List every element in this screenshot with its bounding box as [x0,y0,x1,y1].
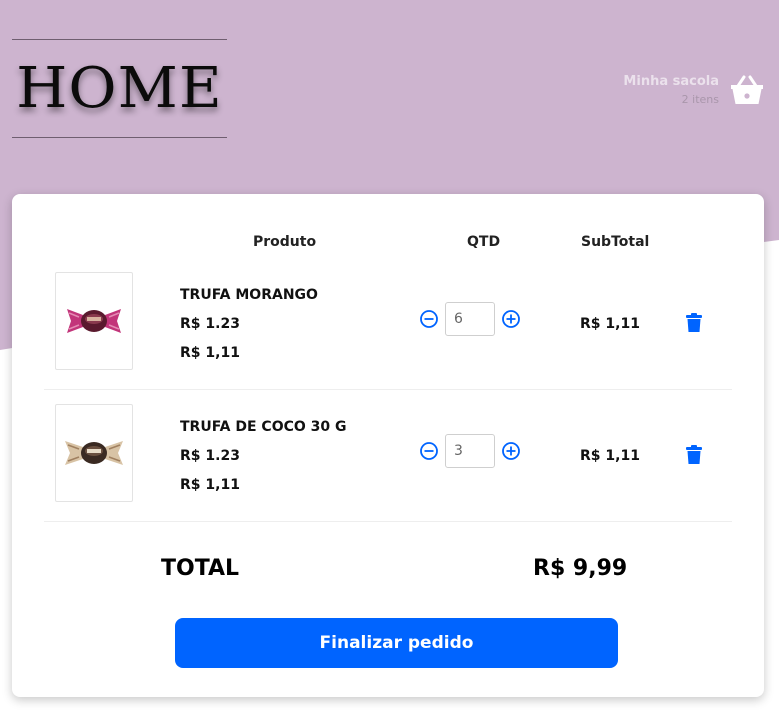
product-image-truffle-coconut [55,404,133,502]
table-row: TRUFA DE COCO 30 G R$ 1.23 R$ 1,11 R$ 1,… [44,390,732,522]
cart-count: 2 itens [681,93,719,106]
quantity-input[interactable] [445,434,495,468]
minus-circle-icon[interactable] [419,309,439,329]
product-price: R$ 1.23 [180,316,240,332]
quantity-stepper [419,434,521,468]
plus-circle-icon[interactable] [501,441,521,461]
finalize-order-button[interactable]: Finalizar pedido [175,618,618,668]
product-name: TRUFA DE COCO 30 G [180,419,347,435]
header-qty: QTD [467,234,501,250]
product-price-secondary: R$ 1,11 [180,345,240,361]
item-subtotal: R$ 1,11 [580,448,640,464]
trash-icon[interactable] [685,445,703,465]
product-name: TRUFA MORANGO [180,287,318,303]
brand-logo[interactable]: HOME [12,39,227,138]
plus-circle-icon[interactable] [501,309,521,329]
basket-icon[interactable] [729,72,765,108]
quantity-input[interactable] [445,302,495,336]
minus-circle-icon[interactable] [419,441,439,461]
product-price-secondary: R$ 1,11 [180,477,240,493]
cart-title: Minha sacola [623,74,719,89]
cart-card: Produto QTD SubTotal TRUFA MORANGO R$ 1.… [12,194,764,697]
header-product: Produto [253,234,317,250]
product-image-truffle-pink [55,272,133,370]
product-price: R$ 1.23 [180,448,240,464]
total-label: TOTAL [161,556,240,581]
total-value: R$ 9,99 [533,556,628,581]
cart-text: Minha sacola 2 itens [623,74,719,106]
logo-text: HOME [16,55,223,121]
table-row: TRUFA MORANGO R$ 1.23 R$ 1,11 R$ 1,11 [44,258,732,390]
item-subtotal: R$ 1,11 [580,316,640,332]
quantity-stepper [419,302,521,336]
header-subtotal: SubTotal [581,234,650,250]
cart-widget[interactable]: Minha sacola 2 itens [623,72,765,108]
trash-icon[interactable] [685,313,703,333]
